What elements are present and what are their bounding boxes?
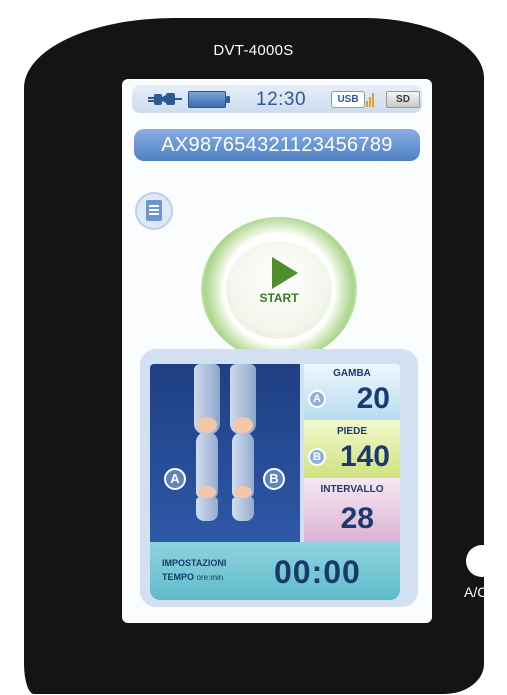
timer-label-time: TEMPO ore:min	[162, 572, 223, 582]
piede-badge: B	[308, 448, 326, 466]
ac-button-label: A/C	[464, 584, 488, 600]
intervallo-value: 28	[340, 502, 374, 535]
play-icon	[272, 257, 298, 289]
ac-button[interactable]	[466, 545, 498, 577]
gamba-badge: A	[308, 390, 326, 408]
plug-icon	[148, 93, 182, 105]
status-bar: 12:30 USB SD	[132, 85, 422, 113]
gamba-setting[interactable]: GAMBA A 20	[304, 364, 400, 420]
timer-units: ore:min	[196, 573, 224, 582]
leg-b-badge[interactable]: B	[263, 468, 285, 490]
timer-setting[interactable]: IMPOSTAZIONI TEMPO ore:min 00:00	[150, 542, 400, 600]
battery-icon	[188, 91, 230, 108]
menu-document-button[interactable]	[135, 192, 173, 230]
start-button[interactable]	[226, 241, 332, 339]
piede-label: PIEDE	[336, 426, 367, 437]
intervallo-setting[interactable]: INTERVALLO 28	[304, 478, 400, 542]
timer-label-tempo: TEMPO	[162, 572, 195, 582]
piede-value: 140	[339, 440, 390, 473]
left-leg-icon	[192, 364, 222, 532]
leg-a-badge[interactable]: A	[164, 468, 186, 490]
sd-card-icon: SD	[386, 91, 420, 108]
piede-setting[interactable]: PIEDE B 140	[304, 420, 400, 478]
right-leg-icon	[228, 364, 258, 532]
signal-bars-icon	[366, 93, 374, 107]
intervallo-label: INTERVALLO	[320, 484, 384, 495]
usb-icon: USB	[331, 91, 365, 108]
device-model-title: DVT-4000S	[213, 42, 294, 59]
touch-screen: 12:30 USB SD AX987654321123456789 START …	[122, 79, 432, 623]
serial-number-display: AX987654321123456789	[134, 129, 420, 161]
gamba-label: GAMBA	[333, 368, 371, 379]
start-label: START	[259, 291, 299, 305]
gamba-value: 20	[356, 382, 390, 415]
legs-illustration: A B	[150, 364, 300, 542]
timer-label-settings: IMPOSTAZIONI	[162, 558, 227, 568]
timer-value: 00:00	[274, 554, 361, 590]
clock-time: 12:30	[256, 89, 307, 110]
document-icon	[146, 200, 162, 221]
